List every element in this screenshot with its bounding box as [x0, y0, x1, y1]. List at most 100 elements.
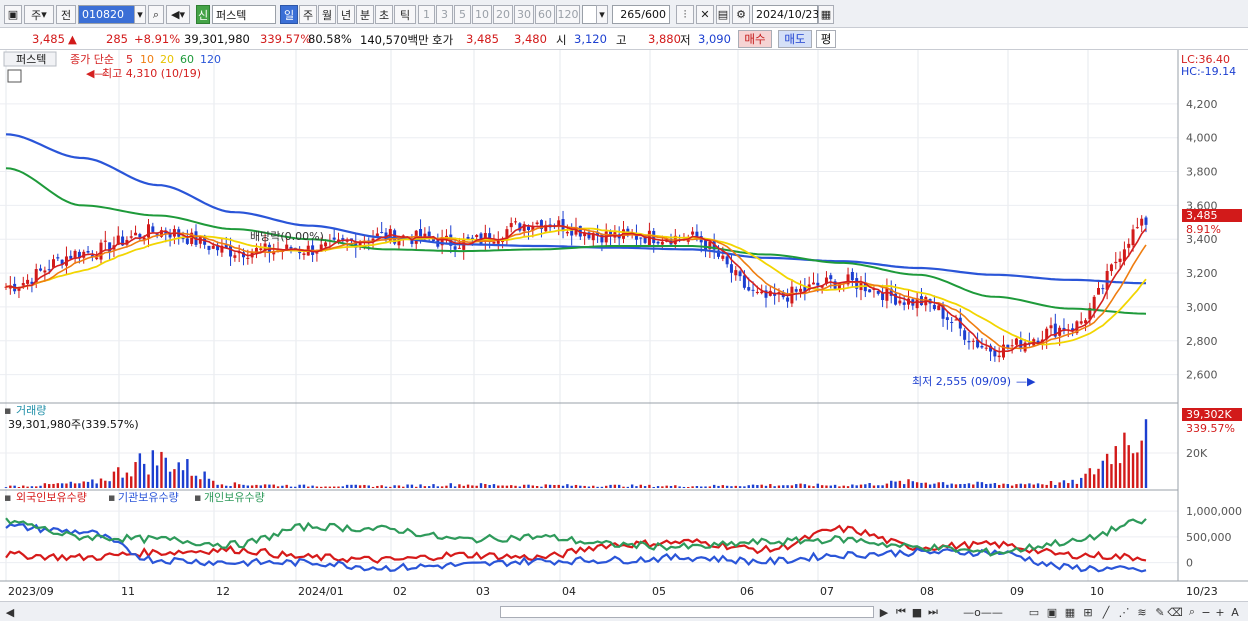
volume-bar: [397, 485, 401, 488]
candle-body: [829, 275, 833, 280]
candle-body: [315, 252, 319, 254]
zoom-search-icon[interactable]: ⌕: [1186, 605, 1198, 619]
speaker-icon[interactable]: ◀▾: [166, 5, 190, 24]
eraser-icon[interactable]: ⌫: [1167, 605, 1183, 619]
candle-body: [725, 256, 729, 265]
sell-button[interactable]: 매도: [778, 30, 812, 48]
volume-bar: [39, 485, 42, 488]
scroll-left-icon[interactable]: ◀: [4, 605, 16, 619]
volume-bar: [950, 483, 953, 488]
code-dropdown-icon[interactable]: ▾: [134, 5, 146, 24]
volume-bar: [181, 470, 185, 488]
candle-body: [850, 272, 854, 281]
grid-toggle-icon[interactable]: [7, 69, 22, 83]
save-icon[interactable]: ▤: [716, 5, 730, 24]
prev-button[interactable]: 전: [56, 5, 76, 24]
candle-body: [898, 300, 902, 304]
candle-body: [954, 319, 958, 321]
volume-bar: [371, 486, 375, 488]
interval-10[interactable]: 10: [472, 5, 492, 24]
buy-button[interactable]: 매수: [738, 30, 772, 48]
indicator-icon[interactable]: ⊞: [1080, 605, 1096, 619]
volume-bar: [350, 484, 353, 488]
chart-settings-icon[interactable]: ▣: [4, 5, 22, 24]
calendar-icon[interactable]: ▦: [818, 5, 834, 24]
scroll-right-icon[interactable]: ▶: [878, 605, 890, 619]
skip-forward-icon[interactable]: ⏭: [926, 605, 940, 619]
individual-legend: 개인보유수량: [204, 491, 265, 504]
interval-1[interactable]: 1: [418, 5, 435, 24]
layout-icon[interactable]: ▭: [1026, 605, 1042, 619]
tab-second[interactable]: 초: [375, 5, 393, 24]
volume-bar: [453, 486, 457, 488]
candle-style-icon[interactable]: ⫶: [676, 5, 694, 24]
volume-bar: [1097, 468, 1100, 488]
volume-bar: [151, 450, 155, 488]
tile-icon[interactable]: ▦: [1062, 605, 1078, 619]
volume-bar: [941, 482, 945, 488]
pencil-icon[interactable]: ✎: [1152, 605, 1168, 619]
volume-bar: [380, 485, 383, 488]
volume-bar: [842, 485, 845, 488]
volume-bar: [194, 475, 198, 488]
tab-year[interactable]: 년: [337, 5, 355, 24]
volume-bar: [255, 484, 258, 488]
split-icon[interactable]: ▣: [1044, 605, 1060, 619]
volume-bar: [907, 479, 910, 488]
candle-body: [902, 302, 906, 305]
volume-bar: [734, 485, 737, 488]
interval-5[interactable]: 5: [454, 5, 471, 24]
eval-button[interactable]: 평: [816, 30, 836, 48]
interval-dropdown-icon[interactable]: ▾: [596, 5, 608, 24]
tab-day[interactable]: 일: [280, 5, 298, 24]
volume-bar: [691, 486, 694, 488]
search-icon[interactable]: ⌕: [148, 5, 164, 24]
skip-back-icon[interactable]: ⏮: [894, 605, 908, 619]
draw-line-icon[interactable]: ╱: [1098, 605, 1114, 619]
interval-3[interactable]: 3: [436, 5, 453, 24]
volume-bar: [1110, 464, 1113, 488]
holding-tick-label: 1,000,000: [1186, 505, 1242, 518]
stock-code-input[interactable]: 010820: [78, 5, 136, 24]
crosshair-icon[interactable]: ✕: [696, 5, 714, 24]
date-field[interactable]: 2024/10/23: [752, 5, 820, 24]
candle-body: [1014, 338, 1018, 345]
candle-body: [233, 255, 237, 258]
fib-icon[interactable]: ≋: [1134, 605, 1150, 619]
volume-bar: [605, 485, 608, 488]
font-size-icon[interactable]: A: [1228, 605, 1242, 619]
volume-bar: [959, 484, 962, 488]
candle-body: [751, 289, 755, 291]
interval-30[interactable]: 30: [514, 5, 534, 24]
zoom-slider[interactable]: —o——: [948, 605, 1018, 619]
chart-area[interactable]: 2023/09 11 12 2024/01 02 03 04 05 06 07 08 09 10 10/2…: [0, 50, 1248, 601]
candle-body: [246, 257, 250, 259]
zoom-in-icon[interactable]: +: [1214, 605, 1226, 619]
tab-month[interactable]: 월: [318, 5, 336, 24]
tab-week[interactable]: 주: [299, 5, 317, 24]
interval-60[interactable]: 60: [535, 5, 555, 24]
count-field[interactable]: 265/600: [612, 5, 670, 24]
candle-body: [1079, 321, 1083, 324]
period-unit-select[interactable]: 주 ▾: [24, 5, 54, 24]
candle-body: [885, 287, 889, 301]
interval-20[interactable]: 20: [493, 5, 513, 24]
volume-bar: [268, 484, 271, 488]
zoom-out-icon[interactable]: −: [1200, 605, 1212, 619]
tab-minute[interactable]: 분: [356, 5, 374, 24]
volume-bar: [332, 486, 336, 488]
scroll-thumb[interactable]: [500, 606, 874, 618]
tab-tick[interactable]: 틱: [394, 5, 416, 24]
date-value: 2024/10/23: [756, 8, 820, 21]
volume-bar: [458, 484, 461, 488]
volume-bar: [462, 485, 465, 488]
trend-icon[interactable]: ⋰: [1116, 605, 1132, 619]
stock-name-field[interactable]: 퍼스텍: [212, 5, 276, 24]
volume-bar: [864, 484, 867, 488]
gear-icon[interactable]: ⚙: [732, 5, 750, 24]
volume-bar: [643, 486, 647, 488]
volume-bar: [13, 485, 16, 488]
interval-120[interactable]: 120: [556, 5, 580, 24]
volume-bar: [484, 484, 487, 488]
stop-icon[interactable]: ■: [910, 605, 924, 619]
